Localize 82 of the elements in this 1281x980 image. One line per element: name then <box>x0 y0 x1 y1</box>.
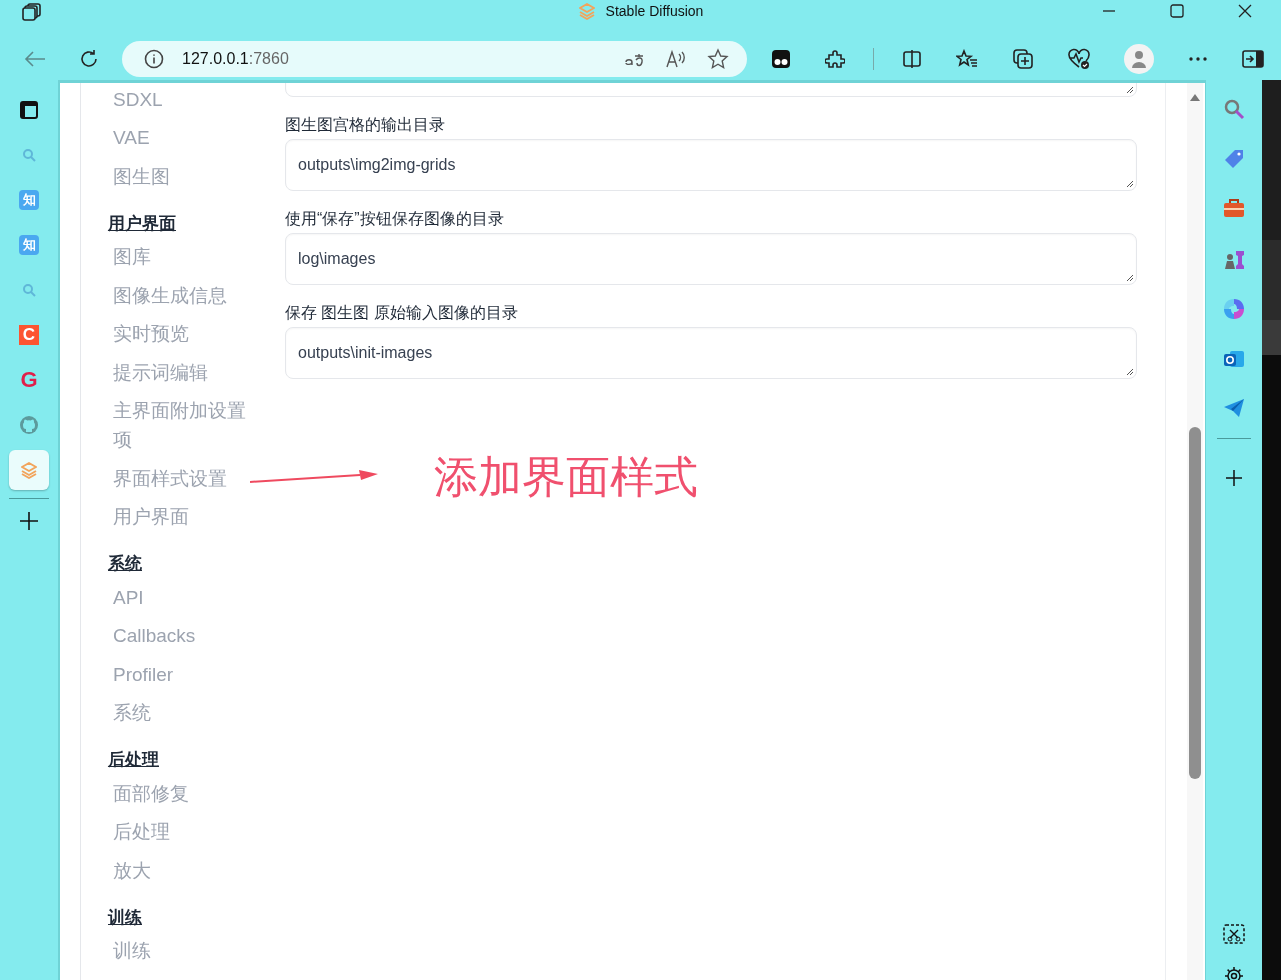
avatar-icon <box>1131 50 1147 68</box>
info-icon <box>144 49 164 69</box>
nav-item[interactable]: 训练 <box>108 931 258 970</box>
swirl-icon[interactable] <box>1223 298 1245 320</box>
section-heading: 用户界面 <box>108 212 177 235</box>
sidebar-toggle-icon[interactable] <box>1242 50 1264 68</box>
search-icon <box>22 148 36 162</box>
text-area[interactable]: outputs\init-images <box>285 327 1137 379</box>
resize-grip-icon <box>1126 368 1134 376</box>
nav-item[interactable]: 图生图 <box>108 157 258 196</box>
nav-item[interactable]: Profiler <box>108 655 258 694</box>
sidebar-tab[interactable]: 知 <box>9 180 49 220</box>
favorites-icon[interactable] <box>956 49 978 69</box>
sidebar-tab[interactable]: G <box>9 360 49 400</box>
paper-plane-icon[interactable] <box>1223 398 1245 418</box>
section-heading: 后处理 <box>108 749 160 771</box>
window-title: Stable Diffusion <box>605 3 704 19</box>
workspace-icon <box>19 100 39 120</box>
url-host: 127.0.0.1 <box>182 50 249 68</box>
g-logo: G <box>20 369 38 391</box>
nav-item[interactable]: 提示词编辑 <box>108 353 258 392</box>
health-icon[interactable] <box>1068 48 1090 70</box>
zhihu-logo: 知 <box>19 190 39 210</box>
text-area[interactable]: log\images <box>285 233 1137 285</box>
nav-item[interactable]: API <box>108 578 258 617</box>
text-area[interactable]: outputs\img2img-grids <box>285 139 1137 191</box>
search-icon <box>22 283 36 297</box>
close-icon[interactable] <box>1237 3 1253 19</box>
nav-item[interactable]: 界面样式设置 <box>108 459 258 498</box>
back-icon[interactable] <box>24 50 46 68</box>
field-label: 图生图宫格的输出目录 <box>285 115 446 135</box>
settings-icon[interactable] <box>1224 966 1244 980</box>
layers-logo-icon <box>20 461 38 479</box>
puzzle-icon[interactable] <box>825 49 845 69</box>
search-icon[interactable] <box>1223 98 1245 120</box>
resize-grip-icon <box>1126 274 1134 282</box>
mail-app-icon[interactable] <box>1223 348 1245 370</box>
annotation-text: 添加界面样式 <box>434 451 698 503</box>
nav-item[interactable]: 后处理 <box>108 812 258 851</box>
resize-grip-icon <box>1126 86 1134 94</box>
game-icon[interactable] <box>771 49 791 69</box>
nav-item[interactable]: 用户界面 <box>108 497 258 536</box>
resize-grip-icon <box>1126 180 1134 188</box>
collections-icon[interactable] <box>1012 48 1034 70</box>
add-icon[interactable] <box>19 511 39 531</box>
scroll-up-icon[interactable] <box>1190 93 1200 101</box>
add-icon[interactable] <box>1225 469 1243 487</box>
scroll-thumb[interactable] <box>1189 427 1201 779</box>
app-logo-icon <box>577 2 596 20</box>
more-icon[interactable] <box>1188 56 1208 62</box>
sidebar-tab[interactable]: C <box>9 315 49 355</box>
toolbox-icon[interactable] <box>1223 198 1245 218</box>
github-icon <box>19 415 39 435</box>
section-heading: 训练 <box>108 906 143 929</box>
nav-item[interactable]: VAE <box>108 118 258 157</box>
profile-button[interactable] <box>1124 44 1154 74</box>
tabs-icon[interactable] <box>22 3 42 21</box>
nav-item[interactable]: 主界面附加设置项 <box>108 391 258 459</box>
chess-pieces-icon[interactable] <box>1222 248 1246 270</box>
maximize-icon[interactable] <box>1169 3 1185 19</box>
section-heading: 系统 <box>108 553 143 575</box>
nav-item[interactable]: Callbacks <box>108 616 258 655</box>
nav-item[interactable]: 系统 <box>108 693 258 732</box>
nav-item[interactable]: 实时预览 <box>108 314 258 353</box>
screenshot-icon[interactable] <box>1223 924 1245 944</box>
split-screen-icon[interactable] <box>902 49 922 69</box>
field-label: 使用“保存”按钮保存图像的目录 <box>285 209 505 229</box>
tag-icon[interactable] <box>1223 148 1245 170</box>
nav-item[interactable]: 图像生成信息 <box>108 276 258 315</box>
read-aloud-icon[interactable] <box>665 49 687 69</box>
csdn-logo: C <box>19 325 39 345</box>
nav-item[interactable]: SDXL <box>108 83 258 119</box>
star-icon[interactable] <box>707 48 729 70</box>
sidebar-tab[interactable]: 知 <box>9 225 49 265</box>
nav-item[interactable]: 放大 <box>108 851 258 890</box>
field-label: 保存 图生图 原始输入图像的目录 <box>285 303 519 323</box>
zhihu-logo: 知 <box>19 235 39 255</box>
nav-item[interactable]: 面部修复 <box>108 774 258 813</box>
nav-item[interactable]: 图库 <box>108 237 258 276</box>
url-port: :7860 <box>248 50 289 68</box>
address-bar[interactable]: 127.0.0.1:7860 <box>122 41 747 77</box>
refresh-icon[interactable] <box>79 49 99 69</box>
